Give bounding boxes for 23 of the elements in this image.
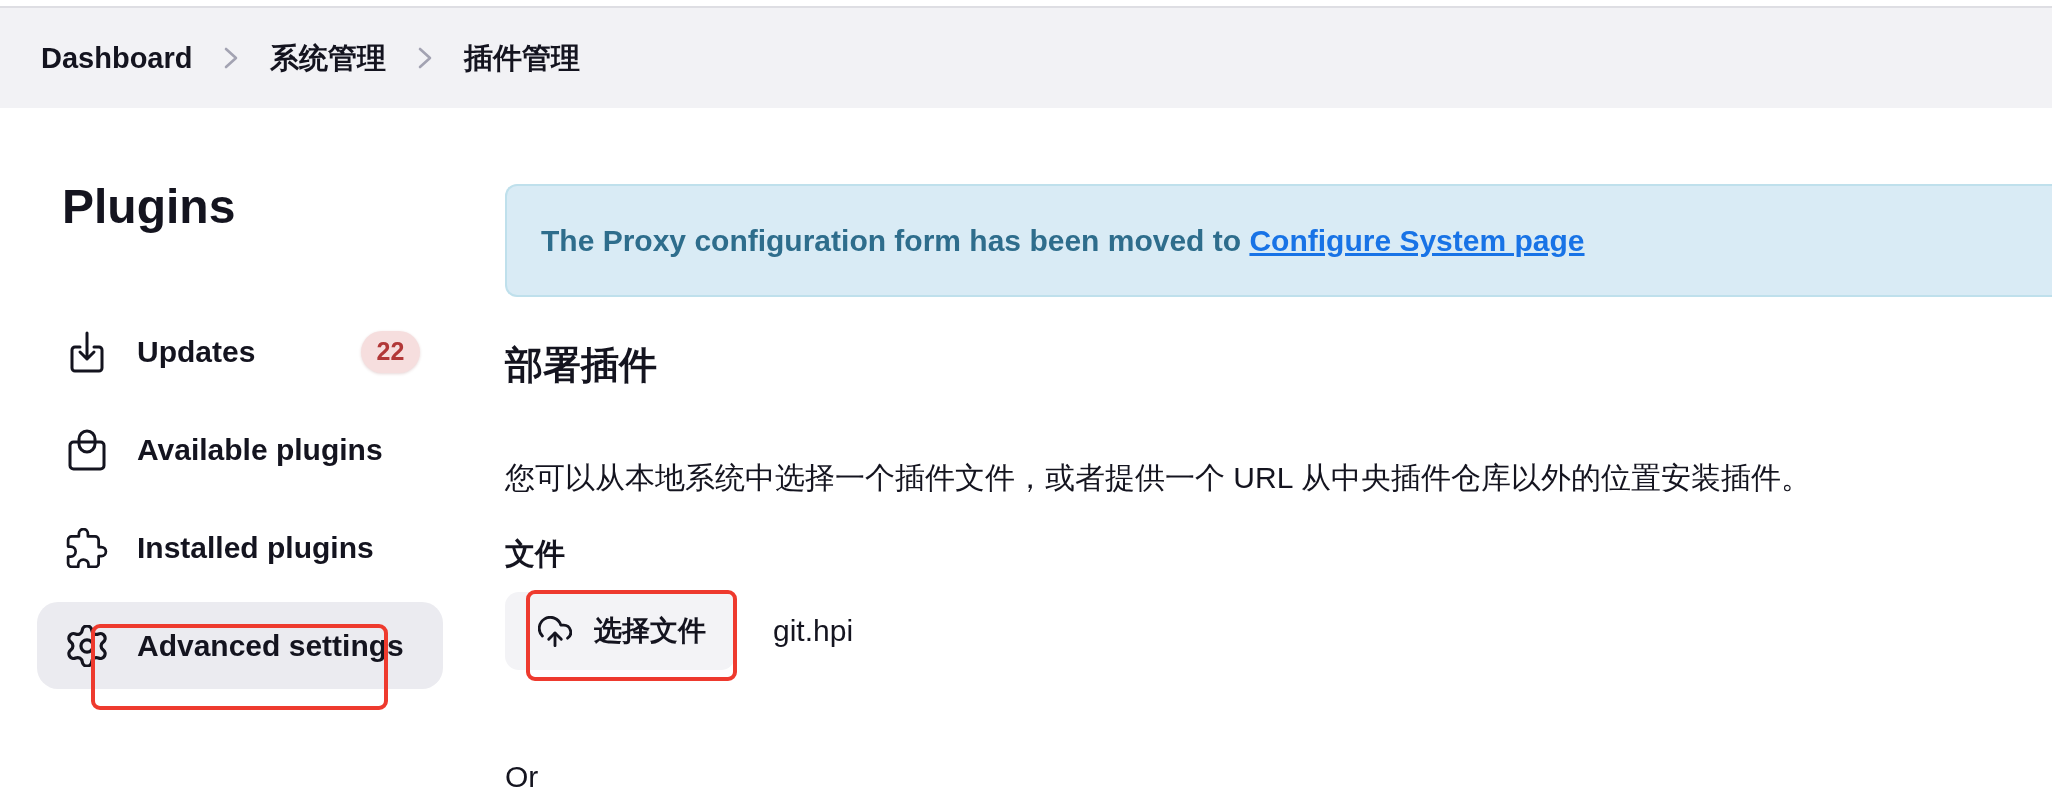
or-text: Or <box>505 759 540 795</box>
count-badge: 22 <box>361 330 420 373</box>
section-heading: 部署插件 <box>505 343 658 388</box>
configure-system-link[interactable]: Configure System page <box>1249 223 1585 257</box>
choose-file-button[interactable]: 选择文件 <box>505 592 735 670</box>
breadcrumb-link[interactable]: Dashboard <box>41 40 193 76</box>
selected-file-name: git.hpi <box>773 613 854 649</box>
cloud-upload-icon <box>538 615 572 647</box>
settings-icon <box>66 624 108 667</box>
alert-message: The Proxy configuration form has been moved to Configure System page <box>541 222 1585 259</box>
page-title: Plugins <box>62 179 237 235</box>
breadcrumb-link[interactable]: 插件管理 <box>464 40 581 76</box>
puzzle-icon <box>66 527 108 568</box>
sidebar-item[interactable]: Updates 22 <box>37 308 443 395</box>
chevron-right-icon <box>418 47 433 69</box>
chevron-right-icon <box>224 47 239 69</box>
shopping-bag-icon <box>68 428 106 471</box>
download-icon <box>70 330 104 373</box>
breadcrumb-link[interactable]: 系统管理 <box>270 40 387 76</box>
sidebar-item[interactable]: Available plugins <box>37 406 443 493</box>
section-description: 您可以从本地系统中选择一个插件文件，或者提供一个 URL 从中央插件仓库以外的位置安装插件。 <box>505 460 1812 496</box>
sidebar-item[interactable]: Installed plugins <box>37 504 443 591</box>
field-label: 文件 <box>505 536 566 572</box>
